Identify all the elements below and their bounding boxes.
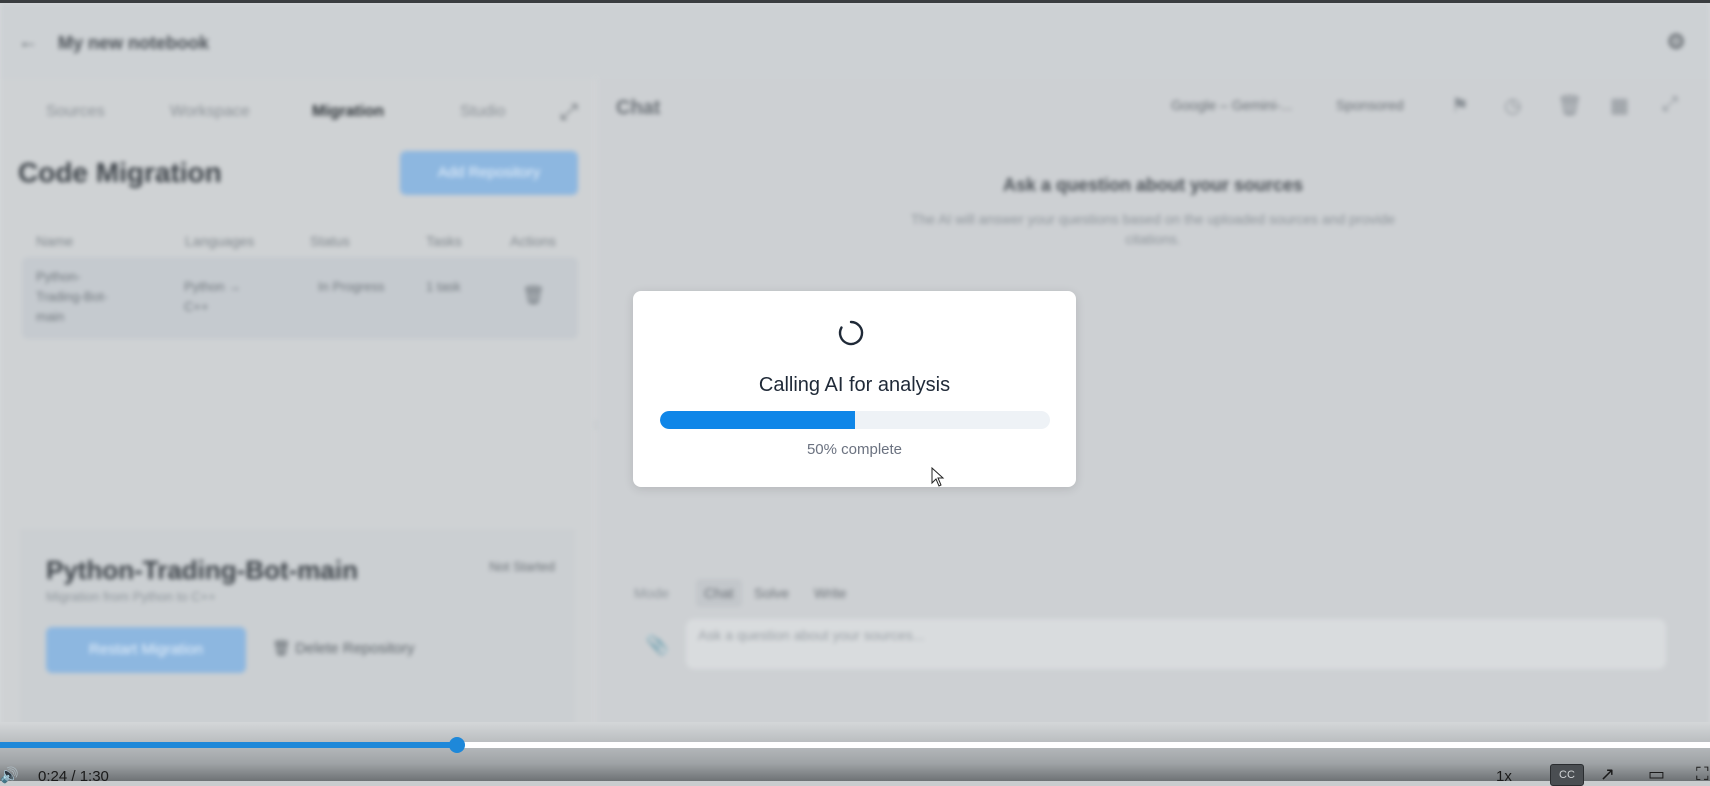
trash-icon: 🗑	[272, 640, 296, 657]
col-status: Status	[310, 233, 350, 249]
notebook-header: ← My new notebook ⚙	[0, 3, 1710, 79]
mode-label: Mode	[634, 585, 670, 601]
table-row[interactable]: Python-Trading-Bot-main Python → C++ In …	[22, 257, 578, 339]
mode-solve-button[interactable]: Solve	[746, 579, 797, 607]
chat-input[interactable]: Ask a question about your sources...	[686, 619, 1666, 669]
tab-migration[interactable]: Migration	[312, 103, 384, 121]
sponsor-selector[interactable]: Sponsored	[1336, 97, 1404, 113]
chat-title: Chat	[616, 97, 661, 119]
tab-sources[interactable]: Sources	[46, 103, 105, 121]
notebook-title: My new notebook	[58, 33, 210, 53]
col-actions: Actions	[510, 233, 556, 249]
playback-time: 0:24 / 1:30	[38, 768, 109, 785]
dialog-title: Calling AI for analysis	[758, 374, 951, 396]
seek-progress	[0, 742, 457, 748]
chat-empty-subtitle: The AI will answer your questions based …	[910, 211, 1396, 247]
chat-input-placeholder: Ask a question about your sources...	[698, 627, 925, 643]
left-tabs: Sources Workspace Migration Studio ⤢	[0, 89, 595, 129]
trash-icon[interactable]: 🗑	[522, 285, 545, 305]
speed-selector[interactable]: 1x	[1496, 768, 1512, 785]
video-player-controls: 🔊 0:24 / 1:30 1x CC ↗ ▭ ⛶	[0, 722, 1710, 786]
repo-title: Python-Trading-Bot-main	[46, 555, 358, 585]
add-repository-button[interactable]: Add Repository	[400, 151, 578, 195]
progress-label: 50% complete	[806, 441, 903, 458]
mode-write-button[interactable]: Write	[806, 579, 854, 607]
restart-migration-button[interactable]: Restart Migration	[46, 627, 246, 673]
cc-button[interactable]: CC	[1550, 764, 1584, 786]
repo-detail-card: Python-Trading-Bot-main Migration from P…	[20, 529, 575, 739]
row-tasks: 1 task	[426, 279, 461, 294]
mode-chat-button[interactable]: Chat	[696, 579, 742, 607]
model-selector[interactable]: Google – Gemini-...	[1171, 97, 1292, 113]
arrow-left-icon[interactable]: ←	[18, 31, 38, 54]
window-top-border	[0, 0, 1710, 3]
page-title: Code Migration	[18, 157, 222, 188]
col-name: Name	[36, 233, 74, 249]
row-languages: Python → C++	[184, 279, 242, 314]
row-name: Python-Trading-Bot-main	[36, 269, 108, 324]
mouse-cursor-icon	[931, 467, 945, 487]
pin-icon[interactable]: ⚑	[1451, 93, 1469, 118]
volume-icon[interactable]: 🔊	[0, 766, 19, 784]
status-badge: Not Started	[489, 559, 555, 574]
progress-bar	[660, 411, 1050, 429]
progress-fill	[660, 411, 855, 429]
expand-icon[interactable]: ⤢	[560, 99, 578, 125]
col-languages: Languages	[185, 233, 255, 249]
chat-empty-title: Ask a question about your sources	[1002, 175, 1304, 195]
miniplayer-icon[interactable]: ↗	[1600, 764, 1615, 785]
tab-studio[interactable]: Studio	[460, 103, 505, 121]
expand-icon[interactable]: ⤢	[1662, 93, 1678, 116]
history-icon[interactable]: ◷	[1504, 93, 1521, 118]
delete-label: Delete Repository	[295, 640, 415, 657]
theater-mode-icon[interactable]: ▭	[1648, 764, 1665, 785]
analysis-progress-dialog: Calling AI for analysis 50% complete	[633, 291, 1076, 487]
paperclip-icon[interactable]: 📎	[646, 635, 668, 656]
grid-icon[interactable]: ▦	[1610, 93, 1629, 118]
trash-icon[interactable]: 🗑	[1557, 93, 1582, 118]
fullscreen-icon[interactable]: ⛶	[1696, 764, 1709, 785]
col-tasks: Tasks	[426, 233, 462, 249]
gear-icon[interactable]: ⚙	[1666, 29, 1686, 55]
left-panel: Sources Workspace Migration Studio ⤢ Cod…	[0, 79, 595, 739]
row-status: In Progress	[318, 279, 385, 294]
delete-repository-button[interactable]: 🗑 Delete Repository	[272, 639, 414, 657]
tab-workspace[interactable]: Workspace	[170, 103, 250, 121]
seek-handle[interactable]	[449, 737, 465, 753]
repo-subtitle: Migration from Python to C++	[46, 589, 216, 604]
loading-spinner-icon	[838, 320, 864, 346]
